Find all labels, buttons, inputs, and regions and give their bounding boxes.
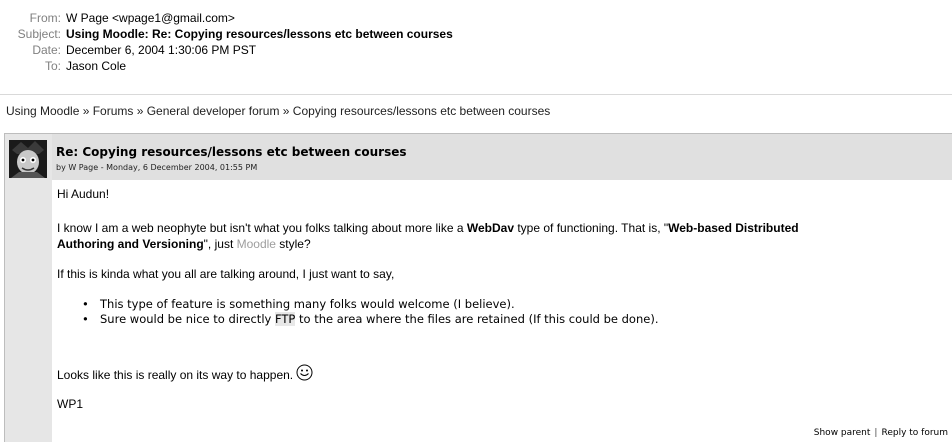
- footer-separator: |: [874, 428, 878, 438]
- to-value: Jason Cole: [66, 59, 127, 73]
- para1-text-f: ", just: [203, 237, 237, 251]
- post-title: Re: Copying resources/lessons etc betwee…: [56, 145, 407, 159]
- reply-to-forum-link[interactable]: Reply to forum: [881, 428, 948, 438]
- ftp-term: FTP: [274, 312, 296, 326]
- header-from: From: W Page <wpage1@gmail.com>: [0, 10, 952, 26]
- header-subject: Subject: Using Moodle: Re: Copying resou…: [0, 26, 952, 42]
- para1-text-a: I know I am a web neophyte but isn't wha…: [57, 221, 467, 235]
- from-label: From:: [29, 11, 61, 25]
- moodle-link[interactable]: Moodle: [237, 237, 276, 251]
- webdav-expansion-a: Web-based Distributed: [668, 221, 799, 235]
- user-avatar[interactable]: [9, 140, 47, 178]
- post-paragraph-2: If this is kinda what you all are talkin…: [57, 267, 395, 281]
- date-label: Date:: [32, 43, 61, 57]
- show-parent-link[interactable]: Show parent: [814, 428, 871, 438]
- header-to: To: Jason Cole: [0, 58, 952, 74]
- forum-post: Re: Copying resources/lessons etc betwee…: [4, 133, 952, 442]
- post-paragraph-3: Looks like this is really on its way to …: [57, 364, 313, 385]
- post-greeting: Hi Audun!: [57, 187, 110, 201]
- bullet2-text-a: Sure would be nice to directly: [100, 312, 275, 326]
- header-date: Date: December 6, 2004 1:30:06 PM PST: [0, 42, 952, 58]
- date-value: December 6, 2004 1:30:06 PM PST: [66, 43, 257, 57]
- post-signature: WP1: [57, 397, 84, 411]
- para1-text-h: style?: [275, 237, 311, 251]
- post-byline: by W Page - Monday, 6 December 2004, 01:…: [56, 163, 258, 172]
- email-headers: From: W Page <wpage1@gmail.com> Subject:…: [0, 10, 952, 74]
- post-body: Hi Audun! I know I am a web neophyte but…: [52, 180, 952, 442]
- from-value: W Page <wpage1@gmail.com>: [66, 11, 235, 25]
- subject-label: Subject:: [17, 27, 61, 41]
- post-footer: Show parent | Reply to forum: [814, 428, 948, 438]
- list-item: This type of feature is something many f…: [82, 297, 658, 312]
- post-paragraph-1: I know I am a web neophyte but isn't wha…: [57, 220, 799, 236]
- bullet2-text-c: to the area where the files are retained…: [295, 312, 659, 326]
- post-paragraph-1-line-2: Authoring and Versioning", just Moodle s…: [57, 236, 311, 252]
- post-bullet-list: This type of feature is something many f…: [82, 297, 658, 327]
- para3-text: Looks like this is really on its way to …: [57, 368, 294, 382]
- smiley-icon: [296, 364, 313, 385]
- post-header: Re: Copying resources/lessons etc betwee…: [52, 134, 952, 180]
- list-item: Sure would be nice to directly FTP to th…: [82, 312, 658, 327]
- to-label: To:: [44, 59, 61, 73]
- webdav-expansion-b: Authoring and Versioning: [57, 237, 204, 251]
- para1-text-c: type of functioning. That is, ": [514, 221, 669, 235]
- header-divider: [0, 94, 952, 95]
- webdav-term: WebDav: [466, 221, 514, 235]
- post-side-column: [5, 134, 52, 442]
- breadcrumb[interactable]: Using Moodle » Forums » General develope…: [6, 104, 550, 118]
- subject-value: Using Moodle: Re: Copying resources/less…: [66, 27, 453, 41]
